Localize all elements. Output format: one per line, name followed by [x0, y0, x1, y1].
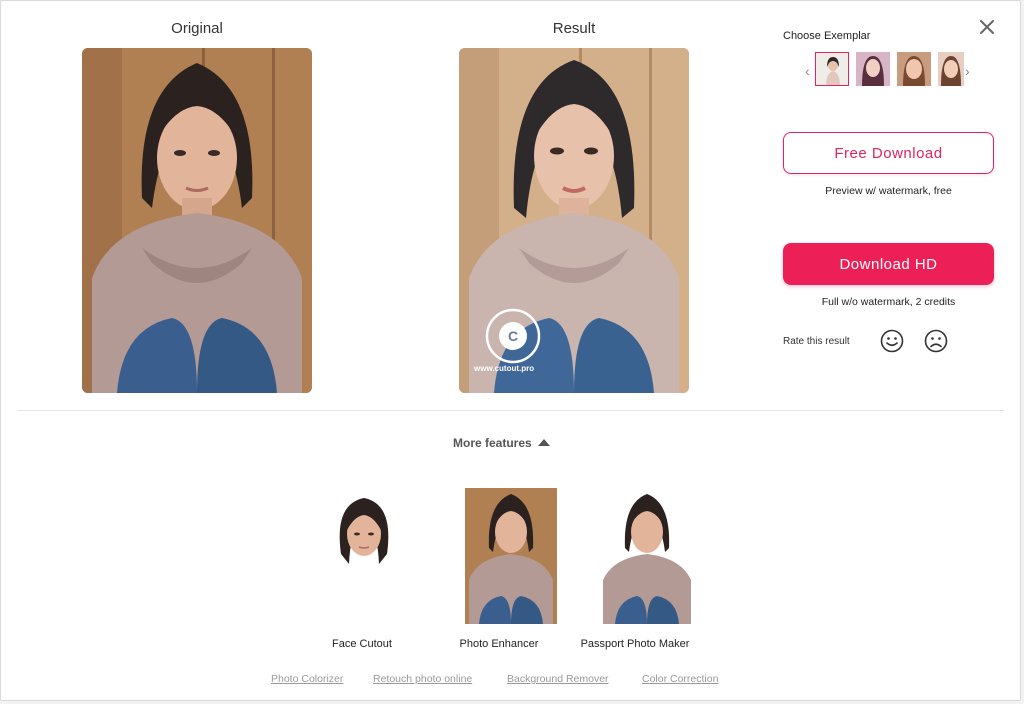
- exemplar-thumb-1[interactable]: [815, 52, 849, 86]
- link-photo-colorizer[interactable]: Photo Colorizer: [271, 673, 343, 685]
- exemplar-thumb-2[interactable]: [856, 52, 890, 86]
- exemplar-prev-icon[interactable]: ‹: [805, 63, 810, 79]
- divider: [18, 410, 1004, 411]
- exemplar-thumb-4[interactable]: [938, 52, 964, 86]
- feature-photo-enhancer-label: Photo Enhancer: [459, 638, 539, 650]
- link-retouch-photo-online[interactable]: Retouch photo online: [373, 673, 472, 685]
- watermark-letter: C: [507, 328, 519, 344]
- result-photo: C www.cutout.pro: [459, 48, 689, 393]
- close-icon[interactable]: [976, 16, 998, 38]
- rate-label: Rate this result: [783, 336, 850, 347]
- original-photo: [82, 48, 312, 393]
- happy-face-icon[interactable]: [879, 328, 905, 354]
- result-title: Result: [552, 20, 596, 37]
- watermark-caption: www.cutout.pro: [474, 364, 535, 373]
- free-download-button[interactable]: Free Download: [783, 132, 994, 174]
- feature-face-cutout-label: Face Cutout: [332, 638, 392, 650]
- more-features-toggle[interactable]: More features: [453, 436, 550, 450]
- free-download-caption: Preview w/ watermark, free: [825, 185, 952, 197]
- choose-exemplar-label: Choose Exemplar: [783, 30, 871, 42]
- photo-enhancer-thumbnail: [465, 488, 557, 624]
- exemplar-thumb-3[interactable]: [897, 52, 931, 86]
- feature-passport-photo-maker-label: Passport Photo Maker: [580, 638, 690, 650]
- result-modal: Original Result C www.cutout.pro Choose …: [0, 0, 1021, 701]
- more-features-label: More features: [453, 436, 532, 450]
- passport-photo-thumbnail: [601, 488, 693, 624]
- feature-photo-enhancer[interactable]: [429, 488, 569, 629]
- download-hd-caption: Full w/o watermark, 2 credits: [821, 296, 956, 308]
- download-hd-button[interactable]: Download HD: [783, 243, 994, 285]
- original-title: Original: [171, 20, 223, 37]
- collapse-triangle-icon: [537, 439, 550, 446]
- link-background-remover[interactable]: Background Remover: [507, 673, 609, 685]
- face-cutout-thumbnail: [339, 498, 389, 564]
- link-color-correction[interactable]: Color Correction: [642, 673, 718, 685]
- feature-passport-photo-maker[interactable]: [565, 488, 705, 629]
- exemplar-next-icon[interactable]: ›: [965, 63, 970, 79]
- sad-face-icon[interactable]: [923, 328, 949, 354]
- feature-face-cutout[interactable]: [294, 488, 434, 579]
